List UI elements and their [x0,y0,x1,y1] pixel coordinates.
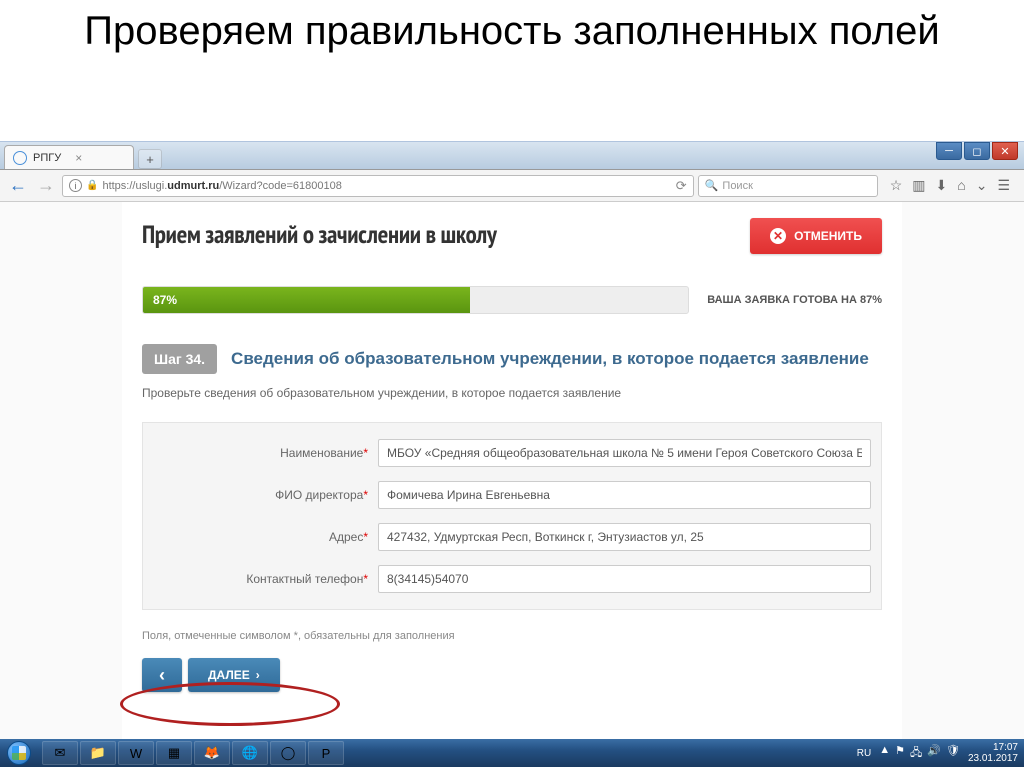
progress-bar: 87% [142,286,689,314]
taskbar-app-calc[interactable]: ▦ [156,741,192,765]
phone-input[interactable] [378,565,871,593]
url-text: https://uslugi.udmurt.ru/Wizard?code=618… [102,180,341,192]
page-title: Прием заявлений о зачислении в школу [142,218,497,250]
search-placeholder: Поиск [722,180,752,192]
minimize-button[interactable]: ─ [936,142,962,160]
windows-logo-icon [7,741,31,765]
director-label: ФИО директора* [153,488,378,502]
required-footnote: Поля, отмеченные символом *, обязательны… [142,630,882,642]
pocket-icon[interactable]: ⌄ [976,177,988,194]
taskbar-apps: ✉ 📁 W ▦ 🦊 🌐 ◯ P [38,741,344,765]
chevron-left-icon: ‹ [159,665,165,686]
taskbar-app-firefox[interactable]: 🦊 [194,741,230,765]
tray-clock[interactable]: 17:07 23.01.2017 [968,742,1018,764]
window-controls: ─ ◻ ✕ [936,142,1018,160]
tab-strip: РПГУ × + [0,142,1024,170]
toolbar-icons: ☆ ▥ ⬇ ⌂ ⌄ ☰ [882,177,1018,194]
refresh-icon[interactable]: ⟳ [676,178,687,194]
site-info-icon[interactable]: i [69,179,82,192]
search-icon: 🔍 [705,179,719,192]
taskbar-app-mail[interactable]: ✉ [42,741,78,765]
taskbar-app-powerpoint[interactable]: P [308,741,344,765]
tab-title: РПГУ [33,152,61,164]
downloads-icon[interactable]: ⬇ [936,177,948,194]
forward-button[interactable]: → [34,174,58,198]
menu-icon[interactable]: ☰ [997,177,1010,194]
page-viewport: Прием заявлений о зачислении в школу ✕ О… [0,202,1024,739]
lock-icon: 🔒 [86,180,98,191]
tray-up-icon[interactable]: ▲ [879,744,890,763]
cancel-label: ОТМЕНИТЬ [794,229,862,243]
taskbar-app-word[interactable]: W [118,741,154,765]
new-tab-button[interactable]: + [138,149,162,169]
progress-pct: 87% [153,293,177,307]
url-toolbar: ← → i 🔒 https://uslugi.udmurt.ru/Wizard?… [0,170,1024,202]
chevron-right-icon: › [256,668,260,682]
progress-row: 87% ВАША ЗАЯВКА ГОТОВА НА 87% [142,286,882,314]
favicon-icon [13,151,27,165]
tray-shield-icon[interactable]: 🛡 [946,744,960,763]
address-input[interactable] [378,523,871,551]
start-button[interactable] [0,739,38,767]
name-label: Наименование* [153,446,378,460]
taskbar-app-browser[interactable]: 🌐 [232,741,268,765]
sidebar-icon[interactable]: ▥ [912,177,925,194]
language-indicator[interactable]: RU [857,748,871,759]
back-step-button[interactable]: ‹ [142,658,182,692]
browser-tab[interactable]: РПГУ × [4,145,134,169]
close-tab-icon[interactable]: × [75,151,82,165]
bookmark-icon[interactable]: ☆ [890,177,903,194]
browser-window: ─ ◻ ✕ РПГУ × + ← → i 🔒 https://uslugi.ud… [0,141,1024,739]
search-box[interactable]: 🔍 Поиск [698,175,878,197]
instruction-text: Проверьте сведения об образовательном уч… [142,386,882,400]
close-window-button[interactable]: ✕ [992,142,1018,160]
name-input[interactable] [378,439,871,467]
progress-label: ВАША ЗАЯВКА ГОТОВА НА 87% [707,294,882,306]
tray-date: 23.01.2017 [968,753,1018,764]
tray-network-icon[interactable]: 🖧 [910,744,922,763]
address-label: Адрес* [153,530,378,544]
next-label: ДАЛЕЕ [208,668,250,682]
tray-sound-icon[interactable]: 🔊 [927,744,941,763]
tray-flag-icon[interactable]: ⚑ [895,744,905,763]
tray-time: 17:07 [968,742,1018,753]
maximize-button[interactable]: ◻ [964,142,990,160]
progress-fill: 87% [143,287,470,313]
step-header: Шаг 34. Сведения об образовательном учре… [142,344,882,374]
step-title: Сведения об образовательном учреждении, … [231,349,869,369]
taskbar: ✉ 📁 W ▦ 🦊 🌐 ◯ P RU ▲ ⚑ 🖧 🔊 🛡 17:07 23.01… [0,739,1024,767]
address-bar[interactable]: i 🔒 https://uslugi.udmurt.ru/Wizard?code… [62,175,694,197]
form-block: Наименование* ФИО директора* Адрес* Конт… [142,422,882,610]
next-step-button[interactable]: ДАЛЕЕ › [188,658,280,692]
step-badge: Шаг 34. [142,344,217,374]
slide-title: Проверяем правильность заполненных полей [0,0,1024,58]
phone-label: Контактный телефон* [153,572,378,586]
back-button[interactable]: ← [6,174,30,198]
taskbar-app-chrome[interactable]: ◯ [270,741,306,765]
home-icon[interactable]: ⌂ [957,177,965,194]
cancel-x-icon: ✕ [770,228,786,244]
director-input[interactable] [378,481,871,509]
taskbar-app-explorer[interactable]: 📁 [80,741,116,765]
nav-buttons: ‹ ДАЛЕЕ › [142,658,882,692]
cancel-button[interactable]: ✕ ОТМЕНИТЬ [750,218,882,254]
tray-icons: ▲ ⚑ 🖧 🔊 🛡 [879,744,960,763]
